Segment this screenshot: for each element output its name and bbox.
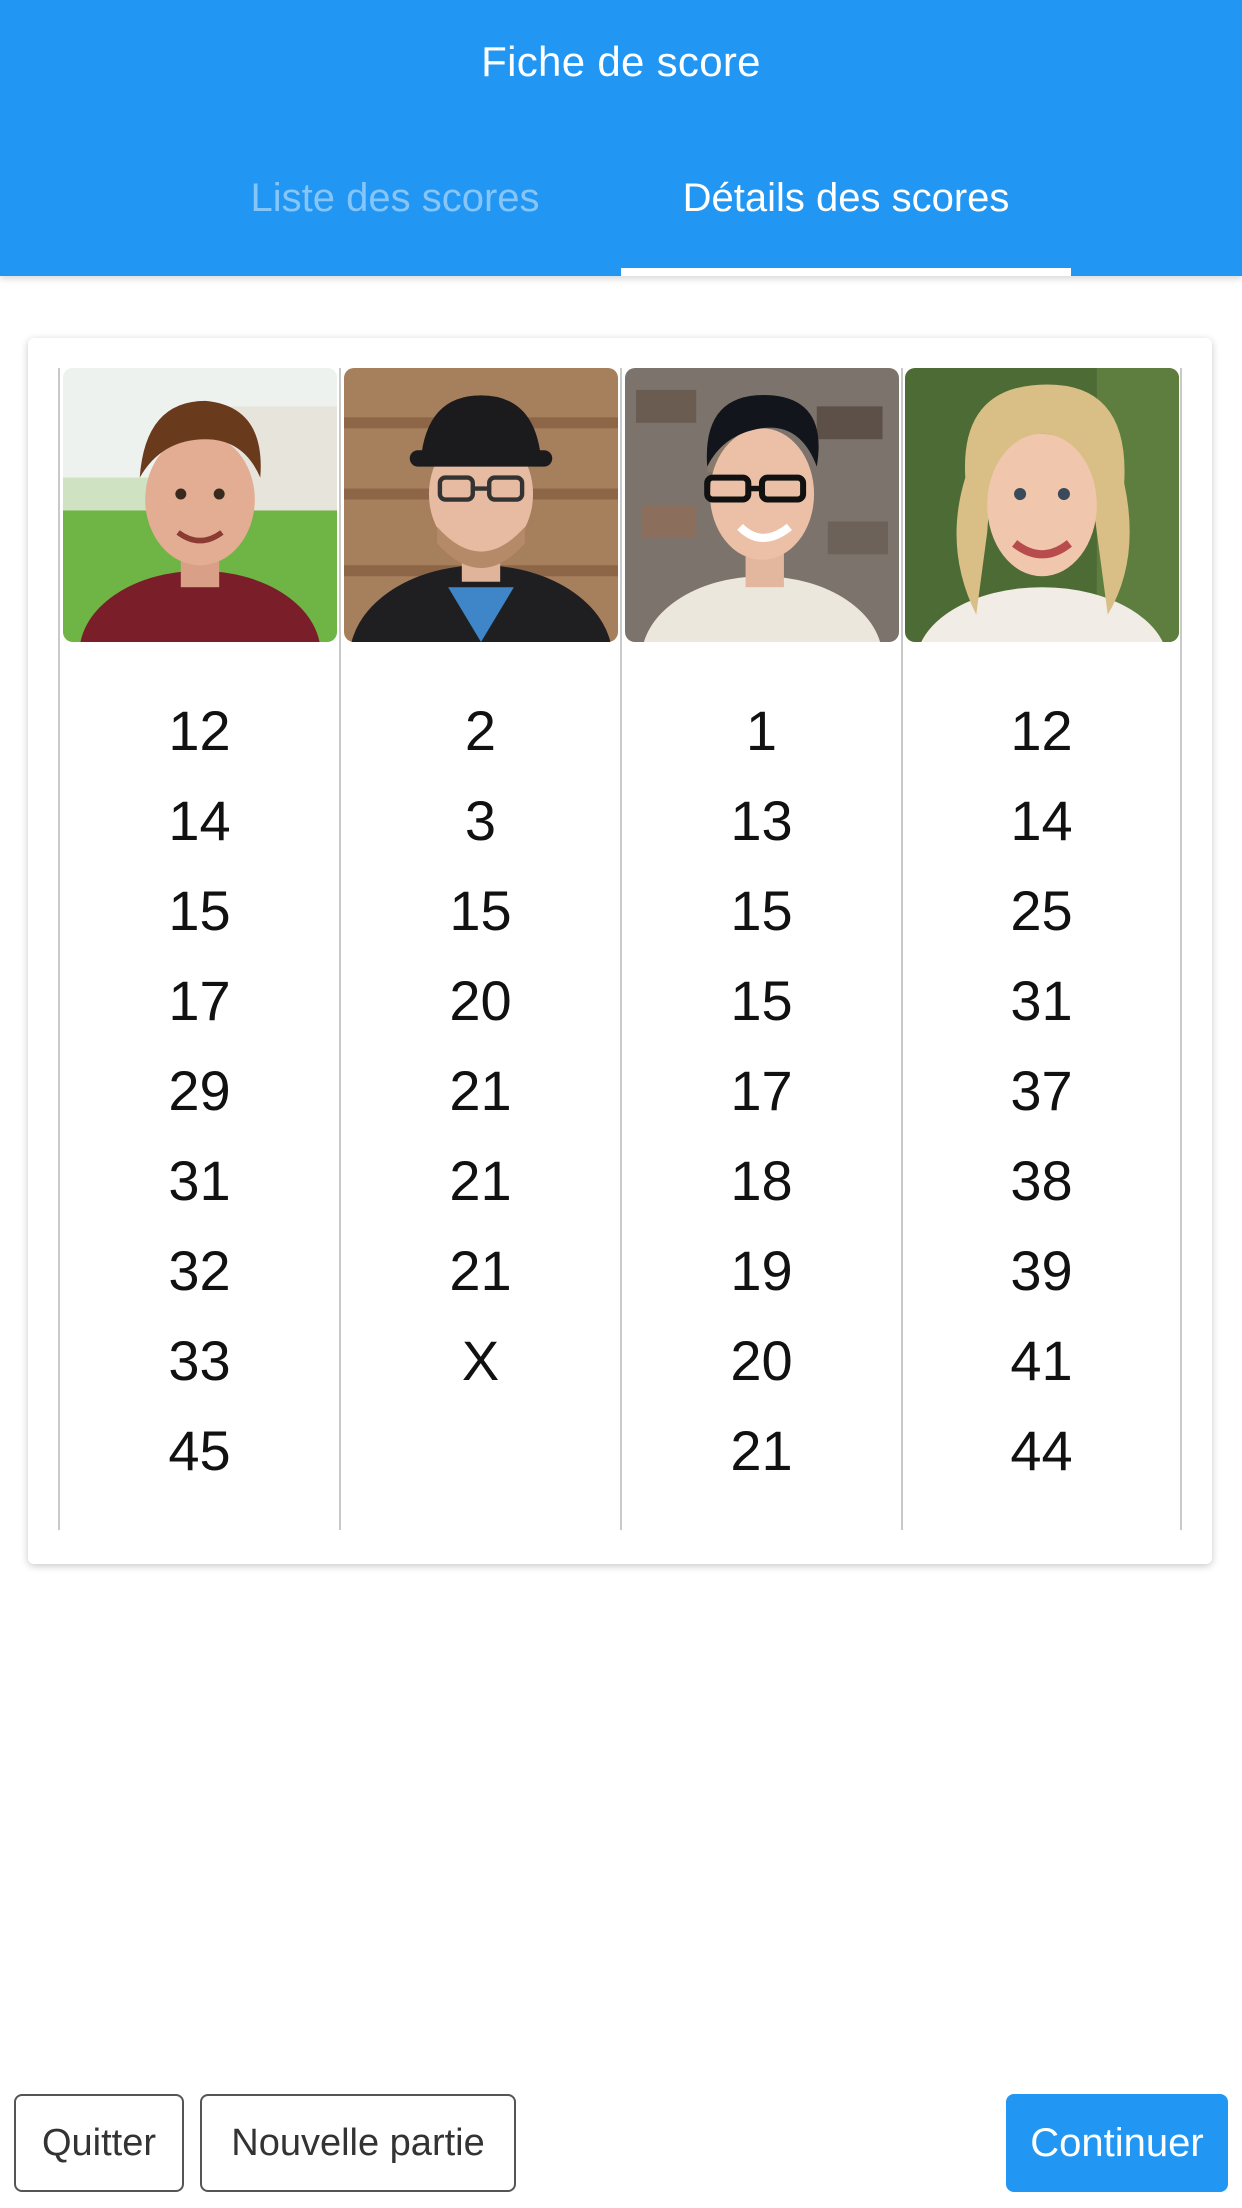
player-column-3: 1 13 15 15 17 18 19 20 21: [620, 368, 901, 1530]
score-cell: 15: [730, 969, 793, 1032]
score-cell: 44: [1010, 1419, 1073, 1482]
score-cell: 37: [1010, 1059, 1073, 1122]
score-cell: 13: [730, 789, 793, 852]
score-cell: 3: [464, 789, 497, 852]
score-cell: 31: [168, 1149, 231, 1212]
active-tab-indicator: [621, 268, 1071, 276]
score-cell: 20: [449, 969, 512, 1032]
score-cell: 2: [464, 699, 497, 762]
continue-button[interactable]: Continuer: [1006, 2094, 1228, 2192]
tab-score-details[interactable]: Détails des scores: [621, 176, 1071, 221]
player-column-1: 12 14 15 17 29 31 32 33 45: [58, 368, 339, 1530]
player-4-scores: 12 14 25 31 37 38 39 41 44: [903, 686, 1180, 1496]
score-cell: 15: [730, 879, 793, 942]
score-cell: 17: [730, 1059, 793, 1122]
player-column-2: 2 3 15 20 21 21 21 X: [339, 368, 620, 1530]
score-cell: 19: [730, 1239, 793, 1302]
app-bar: Fiche de score Liste des scores Détails …: [0, 0, 1242, 276]
score-cell: 29: [168, 1059, 231, 1122]
tab-score-list[interactable]: Liste des scores: [170, 176, 620, 221]
new-game-button[interactable]: Nouvelle partie: [200, 2094, 516, 2192]
player-3-avatar: [624, 368, 899, 642]
player-column-4: 12 14 25 31 37 38 39 41 44: [901, 368, 1182, 1530]
score-cell: 39: [1010, 1239, 1073, 1302]
score-cell: 41: [1010, 1329, 1073, 1392]
score-cell: 33: [168, 1329, 231, 1392]
player-columns: 12 14 15 17 29 31 32 33 45 2 3 15 20 21 …: [58, 368, 1182, 1530]
score-cell: 12: [1010, 699, 1073, 762]
score-cell: 20: [730, 1329, 793, 1392]
score-cell: 15: [168, 879, 231, 942]
quit-button[interactable]: Quitter: [14, 2094, 184, 2192]
score-cell: 1: [745, 699, 778, 762]
score-cell: 14: [168, 789, 231, 852]
score-cell: 14: [1010, 789, 1073, 852]
score-cell: 21: [449, 1059, 512, 1122]
score-cell: 32: [168, 1239, 231, 1302]
score-cell: 25: [1010, 879, 1073, 942]
player-2-avatar: [343, 368, 618, 642]
player-3-scores: 1 13 15 15 17 18 19 20 21: [622, 686, 901, 1496]
score-details-card: 12 14 15 17 29 31 32 33 45 2 3 15 20 21 …: [28, 338, 1212, 1564]
score-cell: 21: [730, 1419, 793, 1482]
player-1-scores: 12 14 15 17 29 31 32 33 45: [60, 686, 339, 1496]
page-title: Fiche de score: [481, 38, 761, 85]
score-cell: 21: [449, 1149, 512, 1212]
score-cell: 12: [168, 699, 231, 762]
score-cell: 18: [730, 1149, 793, 1212]
score-cell: 38: [1010, 1149, 1073, 1212]
player-4-avatar: [904, 368, 1179, 642]
player-1-avatar: [62, 368, 337, 642]
score-cell: 15: [449, 879, 512, 942]
score-cell: 21: [449, 1239, 512, 1302]
score-cell: 45: [168, 1419, 231, 1482]
score-cell: 31: [1010, 969, 1073, 1032]
score-cell: 17: [168, 969, 231, 1032]
player-2-scores: 2 3 15 20 21 21 21 X: [341, 686, 620, 1406]
score-cell: X: [461, 1329, 500, 1392]
